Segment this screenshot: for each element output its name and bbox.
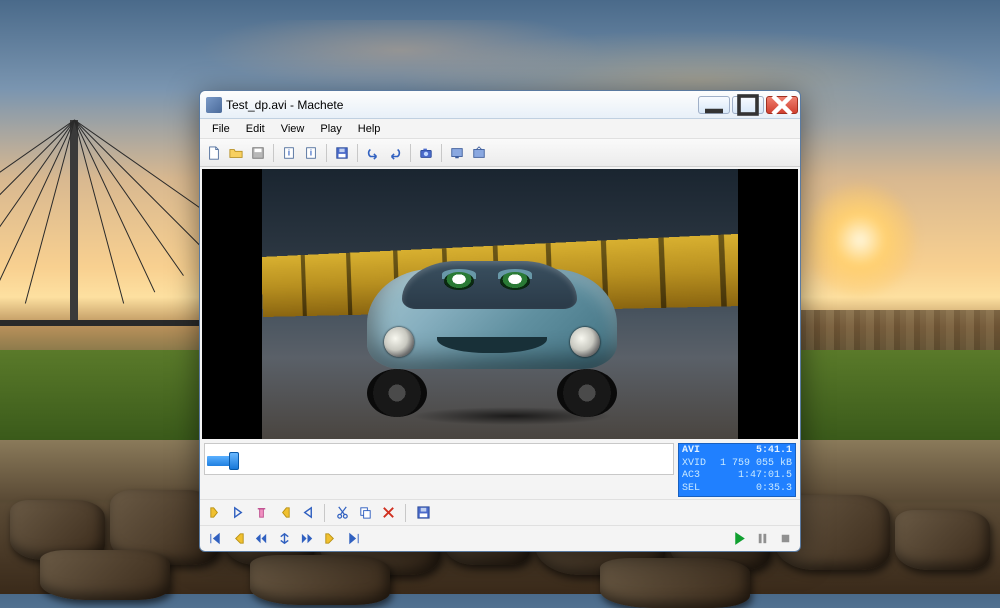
info-format: AVI <box>682 445 700 458</box>
window-title: Test_dp.avi - Machete <box>226 98 696 112</box>
prev-keyframe-icon[interactable] <box>229 530 247 548</box>
seek-thumb[interactable] <box>229 452 239 470</box>
cut-icon[interactable] <box>333 504 351 522</box>
menu-help[interactable]: Help <box>350 121 389 137</box>
seek-bar[interactable] <box>204 443 674 475</box>
mark-out-icon[interactable] <box>275 504 293 522</box>
save-selection-icon[interactable] <box>414 504 432 522</box>
menu-play[interactable]: Play <box>312 121 349 137</box>
minimize-button[interactable] <box>698 96 730 114</box>
tv-icon[interactable] <box>469 143 489 163</box>
stream-info-icon[interactable]: i <box>301 143 321 163</box>
svg-text:i: i <box>288 148 290 157</box>
step-back-icon[interactable] <box>252 530 270 548</box>
app-window: Test_dp.avi - Machete File Edit View Pla… <box>199 90 801 552</box>
close-button[interactable] <box>766 96 798 114</box>
copy-icon[interactable] <box>356 504 374 522</box>
svg-text:i: i <box>310 148 312 157</box>
maximize-button[interactable] <box>732 96 764 114</box>
snapshot-icon[interactable] <box>416 143 436 163</box>
floppy-save-icon[interactable] <box>332 143 352 163</box>
redo-icon[interactable] <box>385 143 405 163</box>
undo-icon[interactable] <box>363 143 383 163</box>
jump-in-icon[interactable] <box>229 504 247 522</box>
preview-icon[interactable] <box>447 143 467 163</box>
play-toolbar <box>200 525 800 551</box>
open-folder-icon[interactable] <box>226 143 246 163</box>
menu-edit[interactable]: Edit <box>238 121 273 137</box>
info-timecode: 5:41.1 <box>756 445 792 458</box>
stop-button[interactable] <box>776 530 794 548</box>
info-panel: AVI5:41.1 XVID1 759 055 kB AC31:47:01.5 … <box>678 443 796 497</box>
first-keyframe-icon[interactable] <box>206 530 224 548</box>
video-viewport[interactable] <box>202 169 798 439</box>
new-file-icon[interactable] <box>204 143 224 163</box>
save-icon[interactable] <box>248 143 268 163</box>
mark-in-icon[interactable] <box>206 504 224 522</box>
pause-button[interactable] <box>753 530 771 548</box>
delete-icon[interactable] <box>379 504 397 522</box>
last-keyframe-icon[interactable] <box>344 530 362 548</box>
video-frame <box>262 169 738 439</box>
menu-file[interactable]: File <box>204 121 238 137</box>
next-keyframe-icon[interactable] <box>321 530 339 548</box>
main-toolbar: i i <box>200 139 800 167</box>
jump-out-icon[interactable] <box>298 504 316 522</box>
step-forward-icon[interactable] <box>298 530 316 548</box>
keyframe-mid-icon[interactable] <box>275 530 293 548</box>
app-icon <box>206 97 222 113</box>
file-info-icon[interactable]: i <box>279 143 299 163</box>
play-button[interactable] <box>730 530 748 548</box>
menubar: File Edit View Play Help <box>200 119 800 139</box>
titlebar[interactable]: Test_dp.avi - Machete <box>200 91 800 119</box>
edit-toolbar <box>200 499 800 525</box>
clear-in-icon[interactable] <box>252 504 270 522</box>
menu-view[interactable]: View <box>273 121 313 137</box>
